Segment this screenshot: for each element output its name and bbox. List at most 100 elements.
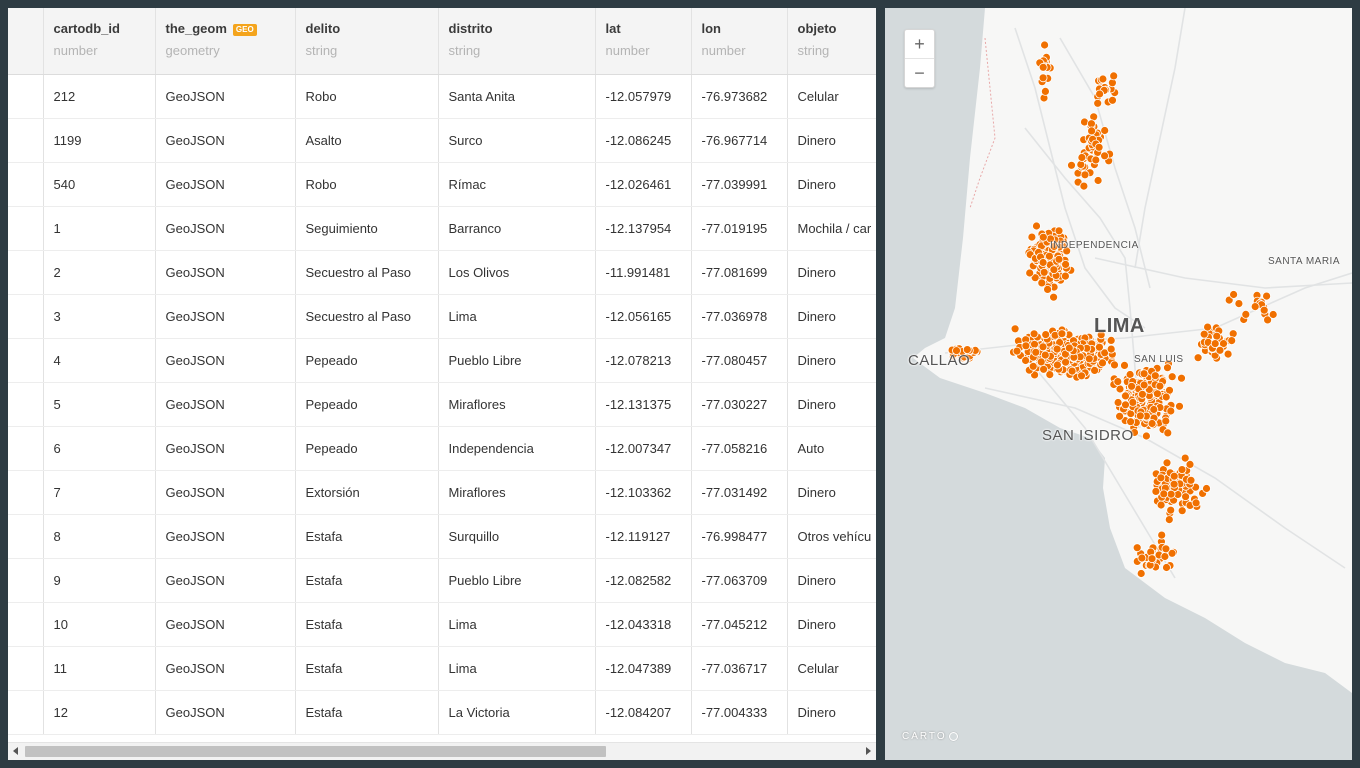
crime-point[interactable] xyxy=(1159,489,1169,499)
table-cell-distrito[interactable]: Surco xyxy=(438,118,596,163)
crime-point[interactable] xyxy=(1169,479,1179,489)
table-cell-distrito[interactable]: Pueblo Libre xyxy=(438,338,596,383)
crime-point[interactable] xyxy=(1210,339,1220,349)
crime-point[interactable] xyxy=(1052,344,1062,354)
table-cell-id[interactable]: 5 xyxy=(43,382,156,427)
crime-point[interactable] xyxy=(1241,309,1251,319)
crime-point[interactable] xyxy=(1045,370,1055,380)
carto-logo[interactable]: CARTO xyxy=(902,731,958,742)
crime-point[interactable] xyxy=(1137,553,1147,563)
crime-point[interactable] xyxy=(1167,372,1177,382)
crime-point[interactable] xyxy=(1061,357,1071,367)
table-cell-objeto[interactable]: Dinero xyxy=(787,690,876,735)
crime-point[interactable] xyxy=(1262,291,1272,301)
table-cell-lat[interactable]: -12.082582 xyxy=(595,558,692,603)
zoom-out-button[interactable]: − xyxy=(905,59,934,87)
crime-point[interactable] xyxy=(1040,40,1050,50)
crime-point[interactable] xyxy=(1177,506,1187,516)
table-cell-objeto[interactable]: Dinero xyxy=(787,338,876,383)
table-cell-lat[interactable]: -12.007347 xyxy=(595,426,692,471)
crime-point[interactable] xyxy=(1169,471,1179,481)
crime-point[interactable] xyxy=(1077,153,1087,162)
basemap[interactable] xyxy=(885,8,1352,760)
table-cell-lon[interactable]: -76.998477 xyxy=(691,514,788,559)
crime-point[interactable] xyxy=(1021,356,1031,365)
table-row[interactable]: 2 GeoJSON Secuestro al Paso Los Olivos -11.9… xyxy=(8,250,876,295)
crime-point[interactable] xyxy=(1166,489,1176,499)
column-header-distrito[interactable]: distrito string xyxy=(438,8,596,75)
table-cell-id[interactable]: 540 xyxy=(43,162,156,207)
crime-point[interactable] xyxy=(1067,160,1076,170)
crime-point[interactable] xyxy=(1060,271,1070,281)
table-row[interactable]: 1199 GeoJSON Asalto Surco -12.086245 -76.9677… xyxy=(8,118,876,163)
table-cell-id[interactable]: 2 xyxy=(43,250,156,295)
crime-point[interactable] xyxy=(1155,381,1165,391)
table-cell-delito[interactable]: Estafa xyxy=(295,514,439,559)
crime-point[interactable] xyxy=(1041,330,1051,340)
table-cell-distrito[interactable]: Lima xyxy=(438,646,596,691)
table-cell-lat[interactable]: -12.078213 xyxy=(595,338,692,383)
crime-point[interactable] xyxy=(1156,500,1166,510)
crime-point[interactable] xyxy=(1127,381,1137,391)
table-cell-lat[interactable]: -12.084207 xyxy=(595,690,692,735)
crime-point[interactable] xyxy=(1038,258,1048,267)
table-cell-lat[interactable]: -12.137954 xyxy=(595,206,692,251)
row-selector[interactable] xyxy=(8,426,44,471)
row-selector[interactable] xyxy=(8,250,44,295)
crime-point[interactable] xyxy=(1177,373,1186,383)
crime-point[interactable] xyxy=(1098,74,1108,84)
table-cell-objeto[interactable]: Celular xyxy=(787,74,876,119)
table-cell-geom[interactable]: GeoJSON xyxy=(155,382,296,427)
table-cell-lon[interactable]: -77.039991 xyxy=(691,162,788,207)
crime-point[interactable] xyxy=(1149,405,1159,414)
table-cell-lon[interactable]: -77.036978 xyxy=(691,294,788,339)
table-cell-geom[interactable]: GeoJSON xyxy=(155,690,296,735)
crime-point[interactable] xyxy=(1223,349,1233,359)
crime-point[interactable] xyxy=(1259,305,1269,315)
crime-point[interactable] xyxy=(1094,342,1104,352)
crime-point[interactable] xyxy=(1147,419,1157,428)
table-row[interactable]: 9 GeoJSON Estafa Pueblo Libre -12.082582 -77.… xyxy=(8,558,876,603)
table-cell-lon[interactable]: -77.036717 xyxy=(691,646,788,691)
crime-point[interactable] xyxy=(1095,89,1105,99)
table-cell-geom[interactable]: GeoJSON xyxy=(155,338,296,383)
table-cell-lat[interactable]: -12.086245 xyxy=(595,118,692,163)
crime-point[interactable] xyxy=(1163,428,1173,438)
table-cell-delito[interactable]: Pepeado xyxy=(295,382,439,427)
crime-point[interactable] xyxy=(1039,267,1049,277)
table-cell-delito[interactable]: Estafa xyxy=(295,602,439,647)
crime-point[interactable] xyxy=(1044,251,1054,261)
column-header-the-geom[interactable]: the_geom GEO geometry xyxy=(155,8,296,75)
crime-point[interactable] xyxy=(1054,254,1064,264)
table-cell-lon[interactable]: -77.080457 xyxy=(691,338,788,383)
table-cell-id[interactable]: 4 xyxy=(43,338,156,383)
crime-point[interactable] xyxy=(1106,344,1116,354)
table-row[interactable]: 212 GeoJSON Robo Santa Anita -12.057979 -76.9… xyxy=(8,74,876,119)
row-selector[interactable] xyxy=(8,382,44,427)
crime-point[interactable] xyxy=(1067,366,1077,376)
table-cell-delito[interactable]: Secuestro al Paso xyxy=(295,250,439,295)
crime-point[interactable] xyxy=(1113,377,1123,387)
table-row[interactable]: 11 GeoJSON Estafa Lima -12.047389 -77.036717 C… xyxy=(8,646,876,691)
crime-point[interactable] xyxy=(1229,290,1239,299)
row-selector[interactable] xyxy=(8,338,44,383)
crime-point[interactable] xyxy=(1175,401,1184,411)
crime-point[interactable] xyxy=(1202,484,1211,493)
crime-point[interactable] xyxy=(1120,360,1129,370)
table-cell-delito[interactable]: Pepeado xyxy=(295,338,439,383)
table-cell-lon[interactable]: -76.967714 xyxy=(691,118,788,163)
crime-point[interactable] xyxy=(1025,268,1035,278)
crime-point[interactable] xyxy=(1079,181,1089,191)
table-row[interactable]: 3 GeoJSON Secuestro al Paso Lima -12.056165-… xyxy=(8,294,876,339)
crime-point[interactable] xyxy=(1135,411,1145,421)
table-cell-id[interactable]: 212 xyxy=(43,74,156,119)
table-cell-geom[interactable]: GeoJSON xyxy=(155,646,296,691)
table-cell-distrito[interactable]: Surquillo xyxy=(438,514,596,559)
crime-point[interactable] xyxy=(1012,346,1022,356)
table-cell-distrito[interactable]: Miraflores xyxy=(438,382,596,427)
table-row[interactable]: 7 GeoJSON Extorsión Miraflores -12.103362 -77… xyxy=(8,470,876,515)
row-selector[interactable] xyxy=(8,558,44,603)
table-cell-delito[interactable]: Estafa xyxy=(295,558,439,603)
table-cell-lon[interactable]: -77.019195 xyxy=(691,206,788,251)
crime-point[interactable] xyxy=(1141,431,1151,441)
